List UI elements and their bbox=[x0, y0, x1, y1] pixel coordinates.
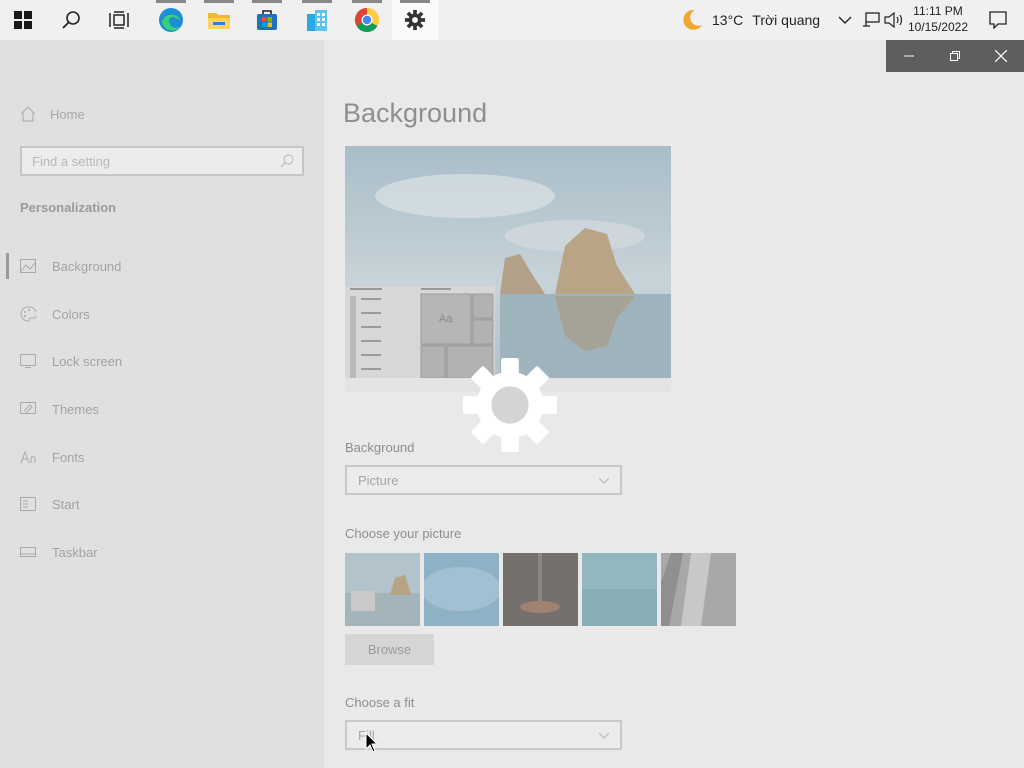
lock-screen-icon bbox=[20, 354, 36, 368]
choose-fit-dropdown[interactable]: Fill bbox=[345, 720, 622, 750]
nav-label: Lock screen bbox=[52, 353, 123, 369]
nav-label: Themes bbox=[52, 401, 99, 417]
azure-taskbar-button[interactable] bbox=[294, 0, 340, 40]
choose-picture-label: Choose your picture bbox=[345, 526, 462, 541]
thumbnail-rock-image bbox=[661, 553, 736, 626]
network-icon bbox=[863, 12, 880, 27]
themes-icon bbox=[20, 402, 36, 414]
nav-label: Colors bbox=[52, 306, 90, 322]
microsoft-store-icon bbox=[257, 10, 277, 30]
nav-label: Start bbox=[52, 496, 80, 512]
chevron-down-icon bbox=[598, 477, 610, 484]
store-taskbar-button[interactable] bbox=[244, 0, 290, 40]
home-label: Home bbox=[50, 106, 85, 122]
thumbnail-beach-image bbox=[345, 553, 420, 626]
task-view-icon bbox=[109, 11, 129, 29]
search-icon bbox=[62, 11, 80, 29]
browse-button[interactable]: Browse bbox=[345, 634, 434, 665]
network-button[interactable] bbox=[862, 0, 880, 40]
background-type-dropdown[interactable]: Picture bbox=[345, 465, 622, 495]
section-title: Personalization bbox=[20, 200, 117, 215]
nav-item-start[interactable]: Start bbox=[20, 492, 79, 516]
moon-icon bbox=[683, 9, 702, 30]
thumbnail-night-image bbox=[503, 553, 578, 626]
restore-button[interactable] bbox=[932, 40, 978, 72]
nav-item-themes[interactable]: Themes bbox=[20, 397, 99, 421]
loading-gear-icon bbox=[462, 357, 558, 453]
home-link[interactable]: Home bbox=[20, 106, 85, 122]
edge-taskbar-button[interactable] bbox=[148, 0, 194, 40]
clock-date: 10/15/2022 bbox=[907, 20, 968, 34]
close-button[interactable] bbox=[978, 40, 1024, 72]
chrome-taskbar-button[interactable] bbox=[344, 0, 390, 40]
taskbar-icon bbox=[20, 547, 36, 557]
picture-thumbnail[interactable] bbox=[582, 553, 657, 626]
window-controls bbox=[886, 40, 1024, 72]
picture-thumbnail[interactable] bbox=[661, 553, 736, 626]
chevron-down-icon bbox=[598, 732, 610, 739]
palette-icon bbox=[20, 306, 36, 322]
start-icon bbox=[20, 497, 36, 511]
show-hidden-icons-button[interactable] bbox=[838, 0, 852, 40]
nav-item-background[interactable]: Background bbox=[20, 254, 121, 278]
gear-icon bbox=[404, 9, 426, 31]
file-explorer-taskbar-button[interactable] bbox=[196, 0, 242, 40]
weather-description: Trời quang bbox=[752, 12, 821, 28]
selected-indicator bbox=[6, 253, 9, 279]
search-button[interactable] bbox=[48, 0, 94, 40]
picture-thumbnail[interactable] bbox=[503, 553, 578, 626]
taskbar: 13°C Trời quang 11:11 PM 10/15/2022 bbox=[0, 0, 1024, 41]
nav-item-fonts[interactable]: Fonts bbox=[20, 445, 85, 469]
search-icon bbox=[280, 154, 294, 168]
fonts-icon bbox=[20, 450, 36, 464]
find-setting-input[interactable]: Find a setting bbox=[20, 146, 304, 176]
restore-icon bbox=[950, 51, 960, 61]
page-title: Background bbox=[343, 98, 488, 128]
action-center-button[interactable] bbox=[972, 0, 1024, 40]
buildings-app-icon bbox=[307, 10, 327, 31]
picture-icon bbox=[20, 259, 36, 273]
nav-label: Background bbox=[52, 258, 122, 274]
home-icon bbox=[20, 106, 36, 122]
volume-button[interactable] bbox=[884, 0, 904, 40]
thumbnail-lake-image bbox=[582, 553, 657, 626]
clock-time: 11:11 PM bbox=[913, 4, 963, 18]
nav-item-taskbar[interactable]: Taskbar bbox=[20, 540, 98, 564]
windows-logo-icon bbox=[14, 11, 32, 29]
thumbnail-blue-image bbox=[421, 553, 501, 626]
nav-label: Taskbar bbox=[52, 544, 98, 560]
nav-item-colors[interactable]: Colors bbox=[20, 302, 90, 326]
minimize-icon bbox=[904, 55, 914, 57]
weather-temperature: 13°C bbox=[712, 12, 744, 28]
minimize-button[interactable] bbox=[886, 40, 932, 72]
chrome-icon bbox=[354, 7, 380, 33]
picture-thumbnail[interactable] bbox=[345, 553, 420, 626]
folder-icon bbox=[208, 13, 230, 29]
chevron-up-icon bbox=[838, 16, 852, 24]
picture-thumbnails bbox=[345, 553, 736, 626]
background-type-value: Picture bbox=[358, 472, 399, 488]
search-placeholder: Find a setting bbox=[32, 153, 111, 169]
choose-fit-label: Choose a fit bbox=[345, 695, 415, 710]
clock[interactable]: 11:11 PM 10/15/2022 bbox=[908, 3, 968, 35]
nav-item-lock-screen[interactable]: Lock screen bbox=[20, 349, 122, 373]
task-view-button[interactable] bbox=[96, 0, 142, 40]
weather-widget[interactable]: 13°C Trời quang bbox=[680, 0, 820, 40]
start-button[interactable] bbox=[0, 0, 46, 40]
notification-icon bbox=[989, 11, 1007, 29]
edge-icon bbox=[159, 8, 183, 32]
preview-sample-text: Aa bbox=[439, 313, 453, 325]
mouse-cursor-icon bbox=[365, 732, 379, 753]
background-label: Background bbox=[345, 440, 415, 455]
picture-thumbnail[interactable] bbox=[421, 553, 501, 626]
nav-label: Fonts bbox=[52, 449, 85, 465]
speaker-icon bbox=[884, 12, 903, 28]
close-icon bbox=[995, 50, 1007, 62]
settings-taskbar-button[interactable] bbox=[392, 0, 438, 40]
